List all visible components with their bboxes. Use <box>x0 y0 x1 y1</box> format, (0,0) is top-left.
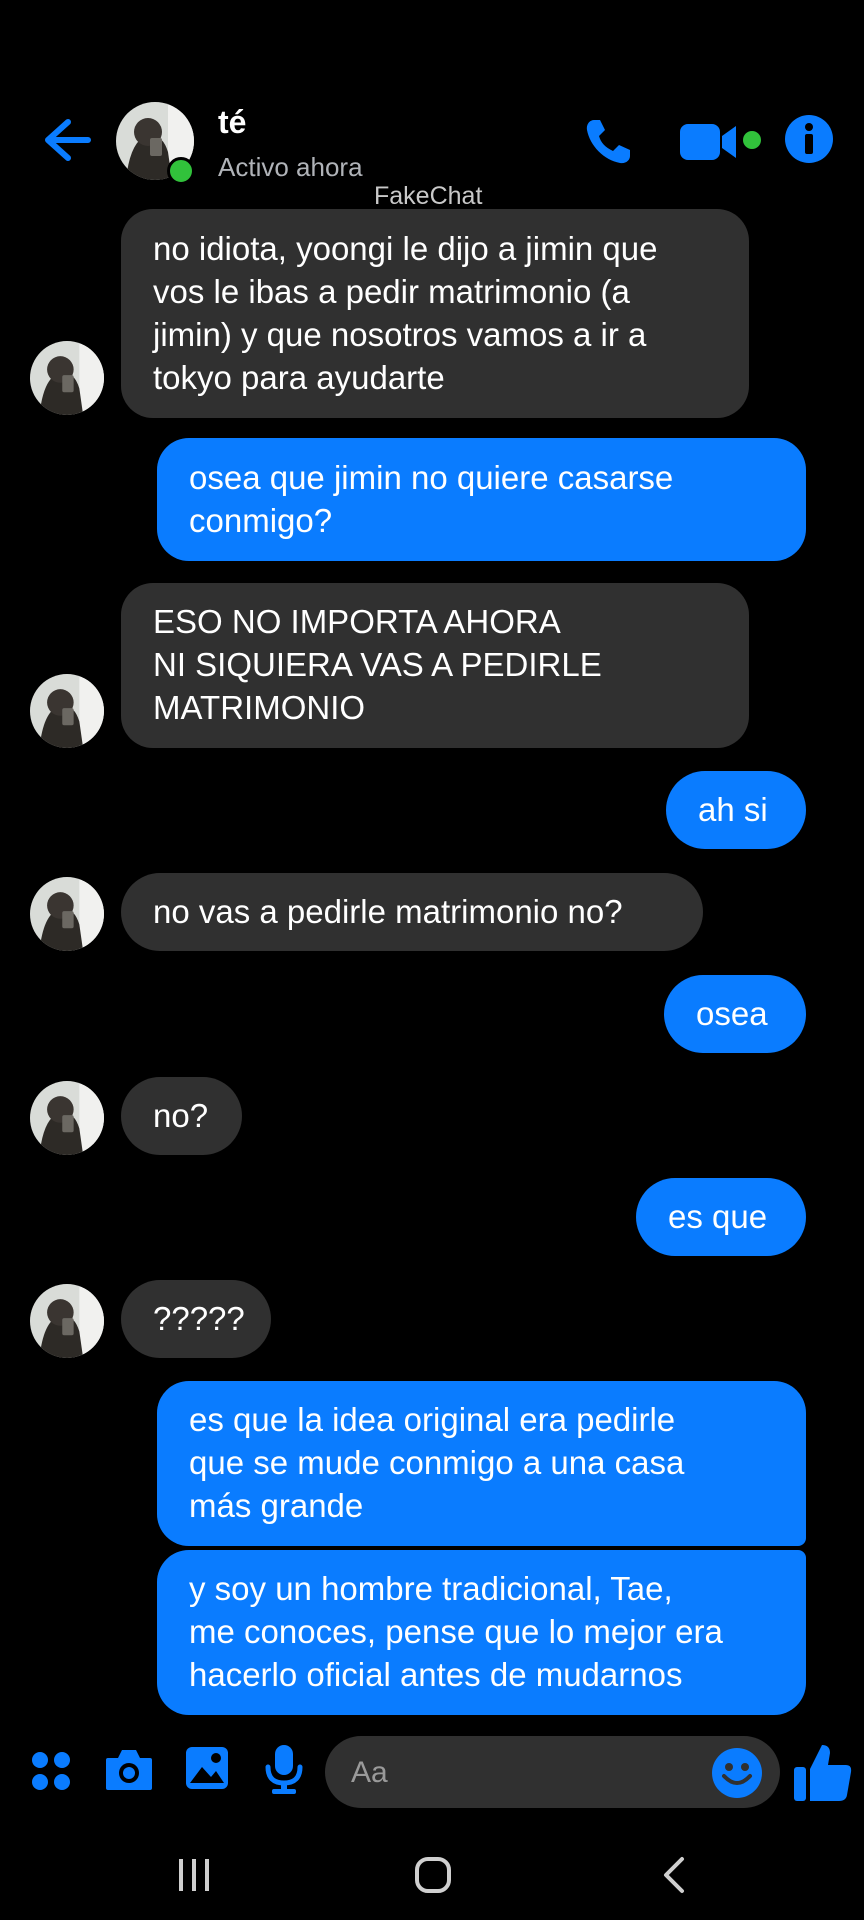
chat-header: té Activo ahora FakeChat <box>0 0 864 210</box>
emoji-icon[interactable] <box>711 1747 763 1799</box>
phone-icon[interactable] <box>580 114 636 170</box>
outgoing-message-bubble[interactable]: y soy un hombre tradicional, Tae, me con… <box>157 1550 806 1715</box>
outgoing-message-bubble[interactable]: es que <box>636 1178 806 1256</box>
sender-avatar <box>30 341 104 415</box>
outgoing-message-bubble[interactable]: osea que jimin no quiere casarse conmigo… <box>157 438 806 561</box>
microphone-icon[interactable] <box>264 1743 304 1795</box>
back-nav-icon[interactable] <box>660 1856 690 1894</box>
outgoing-message-bubble[interactable]: es que la idea original era pedirle que … <box>157 1381 806 1546</box>
incoming-message-bubble[interactable]: ????? <box>121 1280 271 1358</box>
back-arrow-icon[interactable] <box>38 112 94 168</box>
recents-nav-icon[interactable] <box>176 1856 212 1894</box>
incoming-message-bubble[interactable]: no idiota, yoongi le dijo a jimin que vo… <box>121 209 749 418</box>
incoming-message-bubble[interactable]: ESO NO IMPORTA AHORA NI SIQUIERA VAS A P… <box>121 583 749 748</box>
message-input[interactable] <box>349 1736 693 1810</box>
composer-bar <box>0 1715 864 1830</box>
contact-status: Activo ahora <box>218 152 363 182</box>
system-navigation-bar <box>0 1830 864 1920</box>
online-status-dot <box>167 157 195 185</box>
contact-name[interactable]: té <box>218 104 246 141</box>
incoming-message-bubble[interactable]: no? <box>121 1077 242 1155</box>
incoming-message-bubble[interactable]: no vas a pedirle matrimonio no? <box>121 873 703 951</box>
camera-icon[interactable] <box>104 1746 154 1792</box>
sender-avatar <box>30 1284 104 1358</box>
home-nav-icon[interactable] <box>414 1856 452 1894</box>
message-list[interactable]: no idiota, yoongi le dijo a jimin que vo… <box>0 205 864 1715</box>
thumbs-up-icon[interactable] <box>792 1741 854 1803</box>
apps-icon[interactable] <box>30 1750 72 1792</box>
info-icon[interactable] <box>784 114 834 164</box>
sender-avatar <box>30 674 104 748</box>
message-input-container <box>325 1736 780 1810</box>
sender-avatar <box>30 1081 104 1155</box>
outgoing-message-bubble[interactable]: ah si <box>666 771 806 849</box>
outgoing-message-bubble[interactable]: osea <box>664 975 806 1053</box>
gallery-icon[interactable] <box>184 1745 230 1791</box>
video-call-icon[interactable] <box>678 118 764 166</box>
sender-avatar <box>30 877 104 951</box>
